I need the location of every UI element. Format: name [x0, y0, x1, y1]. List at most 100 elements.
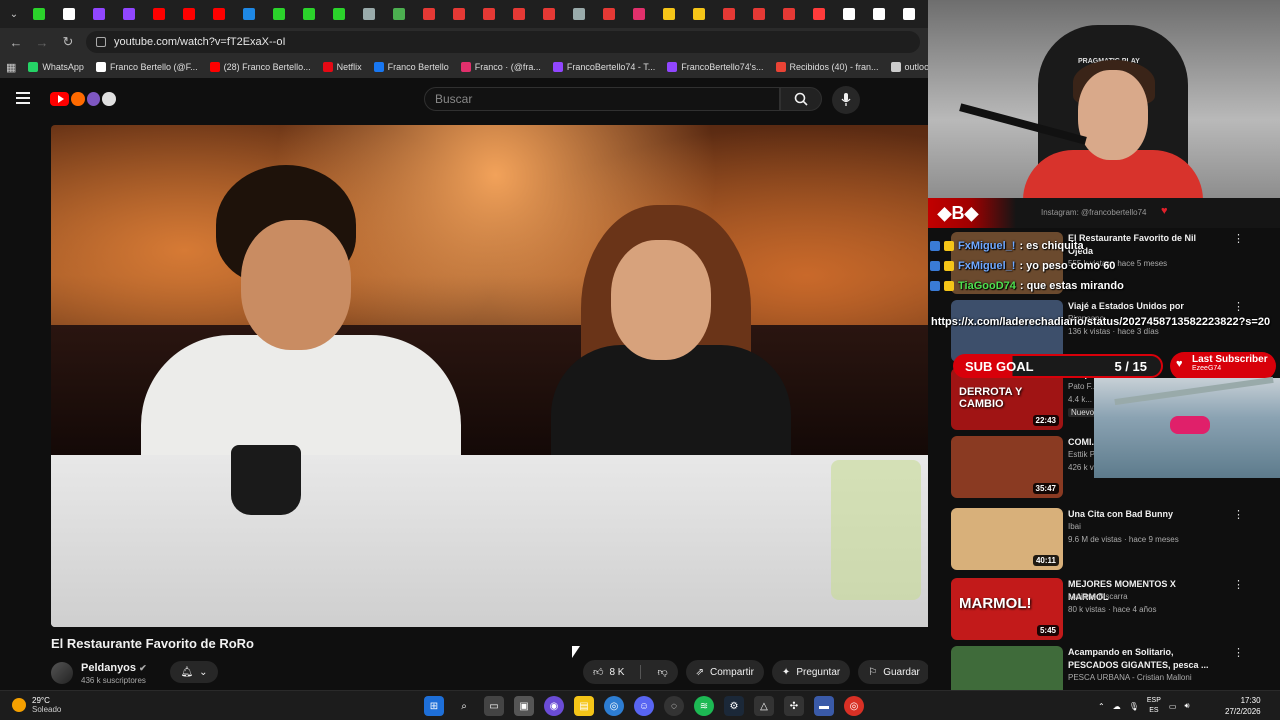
bookmark-item[interactable]: Recibidos (40) - fran...	[775, 62, 879, 72]
chevron-up-icon[interactable]: ⌃	[1098, 702, 1105, 711]
browser-tab[interactable]	[564, 0, 594, 28]
app-icon[interactable]: △	[754, 696, 774, 716]
recommended-video[interactable]: MARMOL! 5:45 MEJORES MOMENTOS X MARMOL Luci…	[951, 578, 1251, 640]
url-field[interactable]: youtube.com/watch?v=fT2ExaX--oI	[86, 31, 920, 53]
volume-icon[interactable]: 🔊︎	[1184, 701, 1189, 711]
browser-tab[interactable]	[384, 0, 414, 28]
recommended-channel-name[interactable]: Ibai	[1068, 522, 1081, 531]
browser-tab[interactable]	[714, 0, 744, 28]
browser-tab[interactable]	[624, 0, 654, 28]
bookmark-item[interactable]: (28) Franco Bertello...	[209, 62, 311, 72]
windows-start-icon[interactable]: ⊞	[424, 696, 444, 716]
video-thumbnail[interactable]: 35:47	[951, 436, 1063, 498]
share-button[interactable]: ⇗ Compartir	[685, 660, 764, 684]
search-icon[interactable]: ⌕	[454, 696, 474, 716]
weather-widget[interactable]: 29°C Soleado	[12, 696, 61, 714]
youtube-logo[interactable]	[50, 91, 116, 107]
browser-tab[interactable]	[684, 0, 714, 28]
reload-icon[interactable]: ↻	[60, 34, 76, 50]
browser-tab[interactable]	[24, 0, 54, 28]
browser-tab[interactable]	[174, 0, 204, 28]
video-player[interactable]	[51, 125, 940, 627]
mic-tray-icon[interactable]: 🎙︎	[1129, 702, 1139, 711]
browser-tab[interactable]	[414, 0, 444, 28]
voice-search-button[interactable]	[832, 86, 860, 114]
recommended-channel-name[interactable]: Pato F...	[1068, 382, 1097, 391]
chrome-icon[interactable]: ◎	[844, 696, 864, 716]
chrome-icon[interactable]: ◎	[604, 696, 624, 716]
browser-tab[interactable]	[264, 0, 294, 28]
discord-icon[interactable]: ☺	[634, 696, 654, 716]
browser-tab[interactable]	[654, 0, 684, 28]
browser-tab[interactable]	[354, 0, 384, 28]
spotify-icon[interactable]: ≋	[694, 696, 714, 716]
dislike-button[interactable]: 👎︎	[647, 660, 677, 684]
tab-search-icon[interactable]: ⌄	[4, 4, 24, 24]
bookmark-item[interactable]: Franco · (@fra...	[460, 62, 541, 72]
channel-avatar[interactable]	[51, 662, 73, 684]
video-thumbnail[interactable]: 40:11	[951, 508, 1063, 570]
menu-icon[interactable]	[16, 92, 30, 104]
channel-name[interactable]: Peldanyos ✔	[81, 662, 147, 674]
browser-tab[interactable]	[744, 0, 774, 28]
recommended-video[interactable]: 40:11 Una Cita con Bad Bunny Ibai 9.6 M de …	[951, 508, 1251, 570]
forward-icon[interactable]: →	[34, 34, 50, 50]
back-icon[interactable]: ←	[8, 34, 24, 50]
browser-tab[interactable]	[324, 0, 354, 28]
recommended-channel-name[interactable]: PESCA URBANA - Cristian Malloni	[1068, 673, 1192, 682]
browser-tab[interactable]	[774, 0, 804, 28]
browser-tab[interactable]	[474, 0, 504, 28]
clock[interactable]: 17:30 27/2/2026	[1225, 695, 1261, 717]
apps-grid-icon[interactable]: ▦	[6, 61, 16, 74]
bookmark-item[interactable]: FrancoBertello74's...	[667, 62, 764, 72]
browser-tab[interactable]	[594, 0, 624, 28]
network-icon[interactable]: ☁	[1113, 702, 1121, 711]
browser-tab[interactable]	[114, 0, 144, 28]
ask-button[interactable]: ✦ Preguntar	[771, 660, 851, 684]
like-button[interactable]: 👍︎ 8 K	[583, 660, 634, 684]
recommended-video-title[interactable]: Viajé a Estados Unidos por	[1068, 300, 1218, 313]
app-icon[interactable]: ◌	[664, 696, 684, 716]
steam-icon[interactable]: ⚙	[724, 696, 744, 716]
site-info-icon[interactable]	[96, 37, 106, 47]
store-icon[interactable]: ▣	[514, 696, 534, 716]
browser-tab[interactable]	[444, 0, 474, 28]
browser-tab[interactable]	[84, 0, 114, 28]
task-view-icon[interactable]: ▭	[484, 696, 504, 716]
browser-tab[interactable]	[204, 0, 234, 28]
browser-tab[interactable]	[234, 0, 264, 28]
bookmark-item[interactable]: outlook	[890, 62, 928, 72]
browser-tab[interactable]	[54, 0, 84, 28]
recommended-channel-name[interactable]: Luciano Biscarra	[1068, 592, 1128, 601]
bookmark-item[interactable]: Franco Bertello (@F...	[95, 62, 198, 72]
search-input[interactable]: Buscar	[424, 87, 780, 111]
search-button[interactable]	[780, 87, 822, 111]
video-thumbnail[interactable]: MARMOL! 5:45	[951, 578, 1063, 640]
browser-tab[interactable]	[864, 0, 894, 28]
recommended-video-title[interactable]: Acampando en Solitario, PESCADOS GIGANTE…	[1068, 646, 1218, 672]
browser-tab[interactable]	[144, 0, 174, 28]
obs-icon[interactable]: ◉	[544, 696, 564, 716]
notifications-button[interactable]: 🔔︎ ⌄	[170, 661, 218, 683]
save-button[interactable]: ⚐ Guardar	[858, 660, 930, 684]
bookmark-item[interactable]: FrancoBertello74 - T...	[552, 62, 655, 72]
monitor-icon[interactable]: ▭	[1169, 702, 1177, 711]
app-icon[interactable]: ▬	[814, 696, 834, 716]
browser-tab[interactable]	[294, 0, 324, 28]
language-indicator[interactable]: ESP ES	[1147, 696, 1161, 716]
browser-tab[interactable]	[534, 0, 564, 28]
more-vertical-icon[interactable]: ⋮	[1233, 578, 1244, 591]
more-vertical-icon[interactable]: ⋮	[1233, 508, 1244, 521]
more-vertical-icon[interactable]: ⋮	[1233, 646, 1244, 659]
browser-tab[interactable]	[834, 0, 864, 28]
browser-tab[interactable]	[804, 0, 834, 28]
browser-tab[interactable]	[504, 0, 534, 28]
bookmark-item[interactable]: WhatsApp	[28, 62, 84, 72]
browser-tab[interactable]	[894, 0, 924, 28]
video-thumbnail[interactable]	[951, 300, 1063, 362]
more-vertical-icon[interactable]: ⋮	[1233, 300, 1244, 313]
bookmark-item[interactable]: Franco Bertello	[373, 62, 449, 72]
bookmark-item[interactable]: Netflix	[322, 62, 362, 72]
file-explorer-icon[interactable]: ▤	[574, 696, 594, 716]
recommended-video-title[interactable]: Una Cita con Bad Bunny	[1068, 508, 1218, 521]
